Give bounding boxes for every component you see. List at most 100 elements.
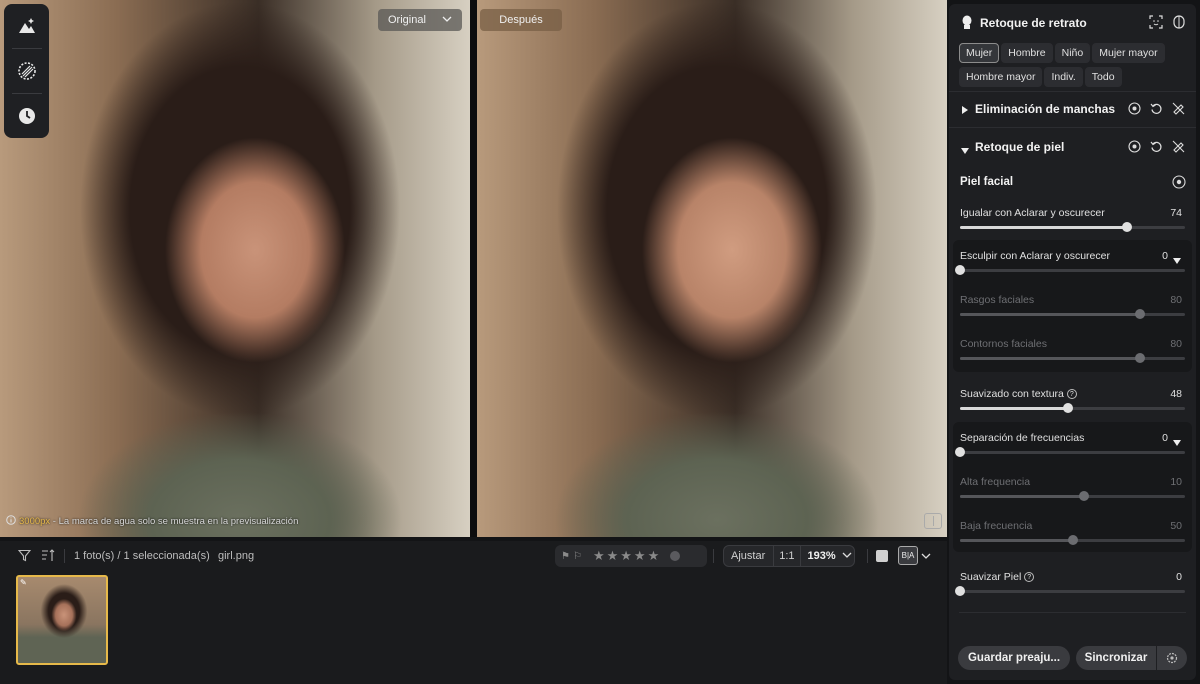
eraser-icon[interactable]: [1172, 140, 1185, 158]
zoom-control: Ajustar 1:1 193%: [723, 545, 855, 567]
sync-settings-icon[interactable]: [1157, 646, 1187, 670]
face-detect-icon[interactable]: [1149, 15, 1163, 34]
star-icon[interactable]: ★: [593, 548, 605, 563]
eraser-icon[interactable]: [1172, 102, 1185, 120]
one-to-one-button[interactable]: 1:1: [779, 550, 794, 562]
thumbnail-girl[interactable]: ✎: [16, 575, 108, 665]
slider-contornos[interactable]: Contornos faciales 80: [949, 336, 1196, 366]
slider-track[interactable]: [960, 535, 1185, 545]
slider-value: 74: [1170, 207, 1182, 219]
flag-reject-icon[interactable]: ⚑: [561, 551, 570, 562]
section-spot-removal[interactable]: Eliminación de manchas: [949, 100, 1196, 118]
slider-knob[interactable]: [955, 265, 965, 275]
color-label-icon[interactable]: [670, 551, 681, 561]
star-icon[interactable]: ★: [620, 548, 632, 563]
slider-knob[interactable]: [1135, 309, 1145, 319]
tool-panel: [4, 4, 49, 138]
chip-nino[interactable]: Niño: [1054, 43, 1091, 63]
slider-suavizar-piel[interactable]: Suavizar Piel ? 0: [949, 569, 1196, 599]
original-label: Original: [388, 14, 426, 26]
slider-esculpir[interactable]: Esculpir con Aclarar y oscurecer 0: [949, 248, 1196, 278]
slider-rasgos[interactable]: Rasgos faciales 80: [949, 292, 1196, 322]
panel-title: Retoque de retrato: [980, 16, 1087, 30]
section-skin-retouch[interactable]: Retoque de piel: [949, 138, 1196, 156]
reset-icon[interactable]: [1150, 102, 1163, 120]
slider-track[interactable]: [960, 309, 1185, 319]
star-icon[interactable]: ★: [648, 548, 660, 563]
chevron-down-icon[interactable]: [1172, 252, 1182, 270]
slider-knob[interactable]: [1078, 491, 1089, 501]
eye-toggle-icon[interactable]: [1128, 140, 1141, 158]
chevron-right-icon[interactable]: [961, 102, 969, 120]
history-clock-icon[interactable]: [13, 102, 41, 130]
slider-separacion[interactable]: Separación de frecuencias 0: [949, 430, 1196, 460]
zoom-level[interactable]: 193%: [808, 550, 836, 562]
slider-track[interactable]: [960, 403, 1185, 413]
filter-icon[interactable]: [17, 549, 32, 565]
slider-fill: [960, 495, 1084, 498]
chip-hombre-mayor[interactable]: Hombre mayor: [959, 67, 1043, 87]
slider-baja[interactable]: Baja frecuencia 50: [949, 518, 1196, 548]
slider-suavizado[interactable]: Suavizado con textura ? 48: [949, 386, 1196, 416]
help-icon[interactable]: ?: [1024, 572, 1035, 583]
compare-toggle-icon[interactable]: [1173, 15, 1185, 34]
single-view-icon[interactable]: [876, 550, 888, 562]
chevron-down-icon[interactable]: [960, 142, 970, 160]
texture-tool-icon[interactable]: [13, 57, 41, 85]
sort-icon[interactable]: [41, 549, 55, 565]
after-label-tag: Después: [480, 9, 562, 31]
slider-knob[interactable]: [1121, 222, 1132, 232]
slider-igualar[interactable]: Igualar con Aclarar y oscurecer 74: [949, 204, 1196, 234]
original-view-dropdown[interactable]: Original: [378, 9, 462, 31]
compare-divider[interactable]: [470, 0, 477, 537]
slider-knob[interactable]: [1067, 535, 1078, 545]
slider-label: Separación de frecuencias: [960, 432, 1085, 444]
section-title: Retoque de piel: [975, 140, 1065, 154]
portrait-tool-icon[interactable]: [13, 12, 41, 40]
subsection-facial-skin: Piel facial: [949, 174, 1196, 192]
slider-knob[interactable]: [955, 586, 965, 596]
chevron-down-icon[interactable]: [1172, 434, 1182, 452]
chevron-down-icon[interactable]: [842, 550, 852, 562]
slider-track[interactable]: [960, 491, 1185, 501]
slider-track[interactable]: [955, 447, 1185, 457]
slider-track[interactable]: [955, 586, 1185, 596]
divider: [959, 612, 1186, 613]
star-icon[interactable]: ★: [634, 548, 646, 563]
chip-todo[interactable]: Todo: [1084, 67, 1122, 87]
sync-button[interactable]: Sincronizar: [1076, 646, 1156, 670]
bottom-toolbar: 1 foto(s) / 1 seleccionada(s) girl.png ⚑…: [0, 541, 947, 571]
slider-knob[interactable]: [1063, 403, 1073, 413]
flag-pick-icon[interactable]: ⚐: [573, 551, 582, 562]
star-icon[interactable]: ★: [607, 548, 619, 563]
slider-knob[interactable]: [1135, 353, 1145, 363]
slider-label: Igualar con Aclarar y oscurecer: [960, 207, 1105, 219]
chip-hombre[interactable]: Hombre: [1001, 43, 1053, 63]
after-photo[interactable]: [477, 0, 947, 537]
filmstrip: ✎: [0, 571, 947, 684]
original-photo[interactable]: [0, 0, 470, 537]
slider-alta[interactable]: Alta frequencia 10: [949, 474, 1196, 504]
slider-track[interactable]: [960, 353, 1185, 363]
fit-button[interactable]: Ajustar: [731, 550, 765, 562]
help-icon[interactable]: ?: [1066, 389, 1077, 400]
before-after-view-icon[interactable]: B|A: [898, 546, 918, 565]
divider: [949, 127, 1196, 128]
save-preset-button[interactable]: Guardar preaju...: [958, 646, 1070, 670]
chip-mujer[interactable]: Mujer: [959, 43, 1000, 63]
chip-indiv[interactable]: Indiv.: [1044, 67, 1083, 87]
slider-label: Rasgos faciales: [960, 294, 1035, 306]
chip-mujer-mayor[interactable]: Mujer mayor: [1092, 43, 1165, 63]
eye-toggle-icon[interactable]: [1128, 102, 1141, 120]
slider-fill: [960, 407, 1068, 410]
chevron-down-icon[interactable]: [921, 551, 931, 563]
slider-knob[interactable]: [955, 447, 965, 457]
star-rating[interactable]: ★ ★ ★ ★ ★: [592, 548, 660, 564]
reset-icon[interactable]: [1150, 140, 1163, 158]
slider-track[interactable]: [960, 222, 1185, 232]
split-compare-icon[interactable]: [924, 513, 942, 529]
eye-toggle-icon[interactable]: [1172, 175, 1186, 194]
slider-track[interactable]: [955, 265, 1185, 275]
file-name: girl.png: [218, 550, 255, 562]
tool-separator: [11, 93, 42, 94]
